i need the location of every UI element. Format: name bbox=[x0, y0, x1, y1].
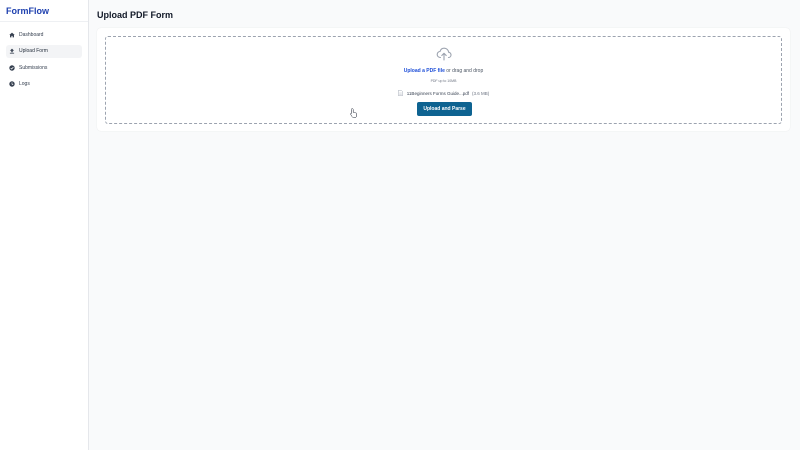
sidebar: FormFlow Dashboard Upload Form Submissio… bbox=[0, 0, 89, 450]
sidebar-item-dashboard[interactable]: Dashboard bbox=[6, 28, 82, 41]
file-name: 11Beginners Forms Guide...pdf bbox=[406, 90, 469, 96]
file-limit-text: PDF up to 10MB bbox=[430, 79, 457, 83]
sidebar-item-upload-form[interactable]: Upload Form bbox=[6, 44, 82, 58]
selected-file: 11Beginners Forms Guide...pdf (3.6 MB) bbox=[106, 90, 781, 96]
cursor-icon bbox=[350, 105, 357, 118]
sidebar-nav: Dashboard Upload Form Submissions Logs bbox=[0, 22, 88, 91]
upload-icon bbox=[9, 48, 15, 54]
sidebar-item-label: Submissions bbox=[19, 64, 48, 71]
brand-logo[interactable]: FormFlow bbox=[0, 0, 88, 22]
drag-drop-text: or drag and drop bbox=[444, 68, 484, 74]
upload-file-link[interactable]: Upload a PDF file bbox=[404, 68, 445, 74]
home-icon bbox=[9, 32, 15, 38]
upload-instructions: Upload a PDF file or drag and drop bbox=[106, 68, 781, 74]
sidebar-item-label: Upload Form bbox=[19, 48, 48, 55]
file-dropzone[interactable]: Upload a PDF file or drag and drop PDF u… bbox=[105, 36, 782, 124]
main-content: Upload PDF Form Upload a PDF file or dra… bbox=[89, 0, 800, 450]
upload-and-parse-button[interactable]: Upload and Parse bbox=[417, 102, 472, 116]
sidebar-item-submissions[interactable]: Submissions bbox=[6, 61, 82, 74]
sidebar-item-label: Dashboard bbox=[19, 31, 44, 38]
upload-card: Upload a PDF file or drag and drop PDF u… bbox=[97, 28, 790, 131]
check-circle-icon bbox=[9, 64, 15, 71]
cloud-upload-icon bbox=[436, 46, 452, 62]
sidebar-item-label: Logs bbox=[19, 81, 30, 88]
document-icon bbox=[397, 90, 403, 96]
sidebar-item-logs[interactable]: Logs bbox=[6, 78, 82, 91]
file-size: (3.6 MB) bbox=[471, 90, 490, 96]
page-title: Upload PDF Form bbox=[97, 10, 173, 20]
clock-icon bbox=[9, 81, 15, 87]
